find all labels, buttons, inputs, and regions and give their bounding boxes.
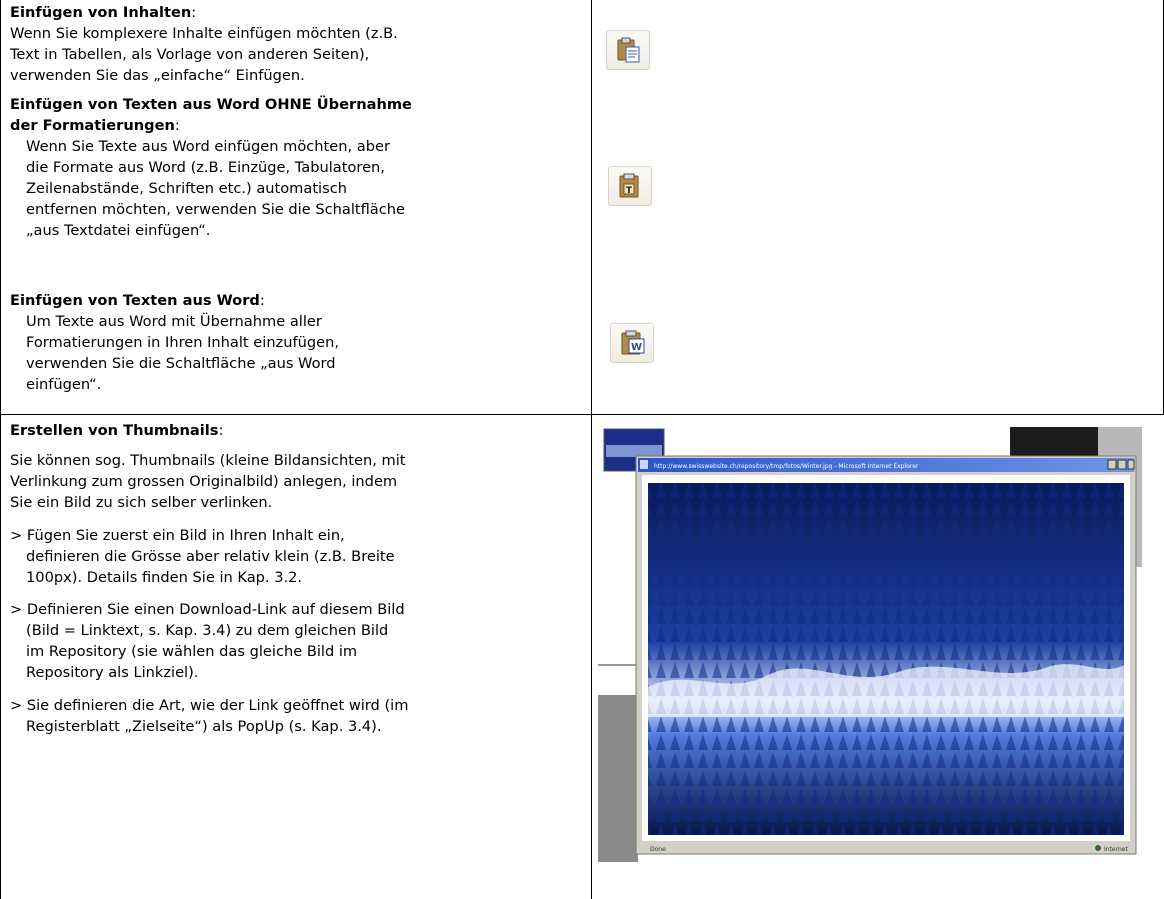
- document-page: Einfügen von Inhalten: Wenn Sie komplexe…: [0, 0, 1164, 899]
- text-line: Sie ein Bild zu sich selber verlinken.: [10, 494, 273, 511]
- heading-paste-text-without-format: Einfügen von Texten aus Word OHNE Überna…: [10, 96, 412, 113]
- heading-paste-word: Einfügen von Texten aus Word: [10, 292, 260, 309]
- thumbnails-step-1: > Fügen Sie zuerst ein Bild in Ihren Inh…: [10, 525, 580, 588]
- thumbnails-intro: Sie können sog. Thumbnails (kleine Bilda…: [10, 450, 580, 513]
- text-line: Verlinkung zum grossen Originalbild) anl…: [10, 473, 398, 490]
- section-paste-text-without-format: Einfügen von Texten aus Word OHNE Überna…: [10, 94, 580, 241]
- text-line: die Formate aus Word (z.B. Einzüge, Tabu…: [26, 159, 385, 176]
- window-maximize-button: [1117, 459, 1127, 470]
- text-line: „aus Textdatei einfügen“.: [26, 222, 211, 239]
- text-line: Zeilenabstände, Schriften etc.) automati…: [26, 180, 347, 197]
- text-line: verwenden Sie das „einfache“ Einfügen.: [10, 67, 305, 84]
- text-line: verwenden Sie die Schaltfläche „aus Word: [26, 355, 336, 372]
- heading-thumbnails: Erstellen von Thumbnails: [10, 422, 219, 439]
- text-line: Wenn Sie Texte aus Word einfügen möchten…: [26, 138, 390, 155]
- thumbnails-step-2: > Definieren Sie einen Download-Link auf…: [10, 599, 580, 683]
- window-close-button: [1127, 459, 1135, 470]
- popup-status-right: Internet: [1104, 846, 1128, 853]
- text-line: definieren die Grösse aber relativ klein…: [26, 548, 395, 565]
- paste-from-textfile-button[interactable]: T: [608, 166, 652, 206]
- table-column-divider: [591, 0, 592, 899]
- paste-text-icon: T: [619, 173, 639, 198]
- svg-text:W: W: [631, 342, 642, 353]
- text-line: Registerblatt „Zielseite“) als PopUp (s.…: [26, 718, 382, 735]
- thumbnail-popup-screenshot: http://www.swisswebsite.ch/repository/tm…: [598, 427, 1142, 862]
- text-line: > Fügen Sie zuerst ein Bild in Ihren Inh…: [10, 527, 345, 544]
- text-line: Formatierungen in Ihren Inhalt einzufüge…: [26, 334, 340, 351]
- heading-paste-content: Einfügen von Inhalten: [10, 4, 192, 21]
- popup-status-left: Done: [650, 846, 666, 853]
- paste-icon: [617, 37, 640, 63]
- text-line: Wenn Sie komplexere Inhalte einfügen möc…: [10, 25, 398, 42]
- text-line: Repository als Linkziel).: [26, 664, 199, 681]
- table-row-divider: [0, 414, 1164, 415]
- popup-title: http://www.swisswebsite.ch/repository/tm…: [654, 463, 919, 470]
- popup-screenshot-image: http://www.swisswebsite.ch/repository/tm…: [598, 427, 1142, 862]
- text-line: im Repository (sie wählen das gleiche Bi…: [26, 643, 358, 660]
- heading-paste-text-without-format-cont: der Formatierungen: [10, 117, 175, 134]
- paste-word-icon: W: [621, 330, 645, 355]
- window-minimize-button: [1107, 459, 1117, 470]
- text-line: Um Texte aus Word mit Übernahme aller: [26, 313, 322, 330]
- text-line: 100px). Details finden Sie in Kap. 3.2.: [26, 569, 303, 586]
- svg-text:T: T: [626, 186, 633, 196]
- table-border-left: [0, 0, 1, 899]
- paste-from-word-button[interactable]: W: [610, 323, 654, 363]
- paste-button[interactable]: [606, 30, 650, 70]
- text-line: entfernen möchten, verwenden Sie die Sch…: [26, 201, 405, 218]
- text-line: > Definieren Sie einen Download-Link auf…: [10, 601, 405, 618]
- section-paste-word: Einfügen von Texten aus Word: Um Texte a…: [10, 290, 580, 395]
- section-thumbnails: Erstellen von Thumbnails:: [10, 422, 224, 439]
- text-line: (Bild = Linktext, s. Kap. 3.4) zu dem gl…: [26, 622, 389, 639]
- text-line: Text in Tabellen, als Vorlage von andere…: [10, 46, 370, 63]
- text-line: > Sie definieren die Art, wie der Link g…: [10, 697, 409, 714]
- section-paste-content: Einfügen von Inhalten: Wenn Sie komplexe…: [10, 2, 580, 86]
- text-line: Sie können sog. Thumbnails (kleine Bilda…: [10, 452, 406, 469]
- thumbnails-step-3: > Sie definieren die Art, wie der Link g…: [10, 695, 580, 737]
- text-line: einfügen“.: [26, 376, 102, 393]
